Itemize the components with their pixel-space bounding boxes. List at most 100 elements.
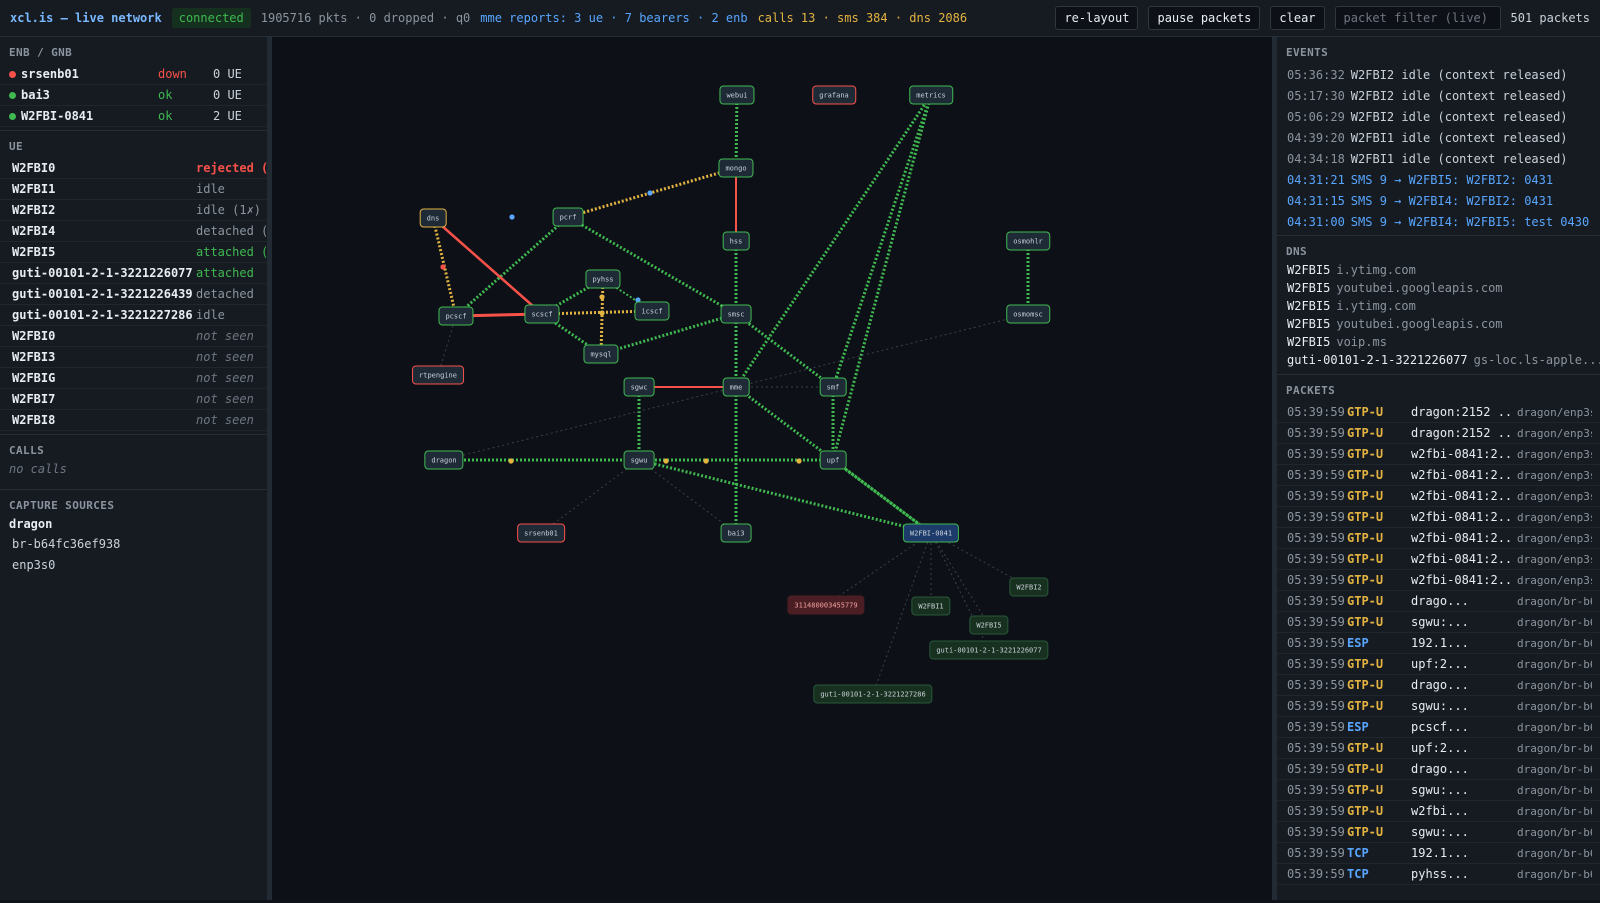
packet-row[interactable]: 05:39:59GTP-U w2fbi-0841:2...dragon/enp3s… [1277, 444, 1600, 465]
network-node-smsc[interactable]: smsc [720, 304, 752, 324]
network-node-bai3[interactable]: bai3 [720, 523, 752, 543]
packet-filter-input[interactable] [1334, 6, 1501, 30]
network-node-mysql[interactable]: mysql [583, 344, 619, 364]
network-node-smf[interactable]: smf [819, 377, 847, 397]
ue-row[interactable]: W2FBI4 detached (2 [0, 221, 267, 242]
dns-row[interactable]: W2FBI5 i.ytimg.com [1277, 299, 1600, 317]
network-node-W2FBI-0841[interactable]: W2FBI-0841 [902, 523, 960, 543]
packet-time: 05:39:59 [1287, 699, 1345, 713]
network-node-osmohlr[interactable]: osmohlr [1006, 231, 1050, 251]
packet-time: 05:39:59 [1287, 573, 1345, 587]
packet-protocol: GTP-U [1347, 699, 1384, 713]
pause-packets-button[interactable]: pause packets [1148, 6, 1261, 30]
connection-status: connected [171, 8, 251, 28]
network-node-scscf[interactable]: scscf [524, 304, 560, 324]
ue-row[interactable]: guti-00101-2-1-3221226439 detached [0, 284, 267, 305]
ue-row[interactable]: guti-00101-2-1-3221226077 attached [0, 263, 267, 284]
enb-row[interactable]: srsenb01 down 0 UE [0, 64, 267, 85]
packet-row[interactable]: 05:39:59GTP-U w2fbi-0841:2...dragon/enp3s… [1277, 465, 1600, 486]
packet-row[interactable]: 05:39:59GTP-U drago... dragon/br-b64fc36ef… [1277, 759, 1600, 780]
enb-row[interactable]: bai3 ok 0 UE [0, 85, 267, 106]
network-node-mongo[interactable]: mongo [718, 158, 754, 178]
ue-row[interactable]: W2FBI5 attached (1 [0, 242, 267, 263]
ue-row[interactable]: W2FBI7 not seen [0, 389, 267, 410]
ue-row[interactable]: W2FBIG not seen [0, 368, 267, 389]
packet-list[interactable]: 05:39:59GTP-Udragon:2152 ...dragon/enp3s… [1277, 402, 1600, 885]
network-node-pyhss[interactable]: pyhss [585, 269, 621, 289]
dns-row[interactable]: W2FBI5 i.ytimg.com [1277, 263, 1600, 281]
event-row[interactable]: 05:06:29 W2FBI2 idle (context released) [1277, 106, 1600, 127]
network-node-grafana[interactable]: grafana [812, 85, 856, 105]
clear-button[interactable]: clear [1270, 6, 1325, 30]
network-node-hss[interactable]: hss [722, 231, 750, 251]
packet-source: dragon/br-b64fc36ef938 [1517, 846, 1592, 860]
packet-row[interactable]: 05:39:59GTP-U dragon:2152 ...dragon/enp3s… [1277, 402, 1600, 423]
event-row[interactable]: 04:39:20 W2FBI1 idle (context released) [1277, 127, 1600, 148]
network-node-upf[interactable]: upf [819, 450, 847, 470]
network-node-mme[interactable]: mme [722, 377, 750, 397]
packet-row[interactable]: 05:39:59GTP-U upf:2... dragon/br-b64fc36ef… [1277, 738, 1600, 759]
network-node-W2FBI5[interactable]: W2FBI5 [969, 615, 1009, 635]
packet-row[interactable]: 05:39:59GTP-U w2fbi-0841:2...dragon/enp3s… [1277, 549, 1600, 570]
network-node-sgwc[interactable]: sgwc [623, 377, 655, 397]
network-node-osmomsc[interactable]: osmomsc [1006, 304, 1050, 324]
re-layout-button[interactable]: re-layout [1055, 6, 1139, 30]
packet-row[interactable]: 05:39:59GTP-U sgwu:... dragon/br-b64fc36ef… [1277, 780, 1600, 801]
packet-row[interactable]: 05:39:59ESP 192.1... dragon/br-b64fc36ef93… [1277, 633, 1600, 654]
packet-row[interactable]: 05:39:59GTP-U sgwu:... dragon/br-b64fc36ef… [1277, 822, 1600, 843]
dns-row[interactable]: W2FBI5 youtubei.googleapis.com [1277, 281, 1600, 299]
event-row[interactable]: 04:31:00 SMS 9 → W2FBI4: W2FBI5: test 043… [1277, 211, 1600, 232]
packet-row[interactable]: 05:39:59GTP-U w2fbi-0841:2...dragon/enp3s… [1277, 528, 1600, 549]
network-node-dragon[interactable]: dragon [424, 450, 464, 470]
packet-row[interactable]: 05:39:59GTP-U drago... dragon/br-b64fc36ef… [1277, 675, 1600, 696]
packet-row[interactable]: 05:39:59GTP-U sgwu:... dragon/br-b64fc36ef… [1277, 612, 1600, 633]
packet-row[interactable]: 05:39:59TCP 192.1... dragon/br-b64fc36ef93… [1277, 843, 1600, 864]
network-node-webui[interactable]: webui [719, 85, 755, 105]
ue-row[interactable]: W2FBI2 idle (1✗) [0, 200, 267, 221]
capture-interface-item[interactable]: br-b64fc36ef938 [0, 537, 267, 558]
network-node-icscf[interactable]: icscf [634, 301, 670, 321]
event-row[interactable]: 05:17:30 W2FBI2 idle (context released) [1277, 85, 1600, 106]
network-node-guti-00101-2-1-3221227286[interactable]: guti-00101-2-1-3221227286 [813, 684, 933, 704]
ue-row[interactable]: W2FBI1 idle [0, 179, 267, 200]
packet-row[interactable]: 05:39:59GTP-U drago... dragon/br-b64fc36ef… [1277, 591, 1600, 612]
network-graph-canvas[interactable]: webui grafana metrics mongo dns pcrf hss pyhss i… [272, 37, 1272, 900]
packet-row[interactable]: 05:39:59GTP-U w2fbi-0841:2...dragon/enp3s… [1277, 507, 1600, 528]
ue-row[interactable]: guti-00101-2-1-3221227286 idle [0, 305, 267, 326]
dns-row[interactable]: W2FBI5 voip.ms [1277, 335, 1600, 353]
event-row[interactable]: 04:31:21 SMS 9 → W2FBI5: W2FBI2: 0431 [1277, 169, 1600, 190]
network-node-sgwu[interactable]: sgwu [623, 450, 655, 470]
dns-row[interactable]: W2FBI5 youtubei.googleapis.com [1277, 317, 1600, 335]
network-node-guti-00101-2-1-3221226077[interactable]: guti-00101-2-1-3221226077 [929, 640, 1049, 660]
network-node-dns[interactable]: dns [419, 208, 447, 228]
packet-protocol: GTP-U [1347, 783, 1384, 797]
packet-row[interactable]: 05:39:59GTP-U w2fbi... dragon/br-b64fc36ef… [1277, 801, 1600, 822]
packet-row[interactable]: 05:39:59GTP-U upf:2... dragon/br-b64fc36ef… [1277, 654, 1600, 675]
capture-interface-item[interactable]: enp3s0 [0, 558, 267, 579]
event-row[interactable]: 04:31:15 SMS 9 → W2FBI4: W2FBI2: 0431 [1277, 190, 1600, 211]
ue-row[interactable]: W2FBI0 rejected (1 [0, 158, 267, 179]
packet-summary: w2fbi-0841:2... [1411, 531, 1514, 545]
network-node-pcscf[interactable]: pcscf [438, 306, 474, 326]
event-row[interactable]: 04:34:18 W2FBI1 idle (context released) [1277, 148, 1600, 169]
network-node-srsenb01[interactable]: srsenb01 [517, 523, 565, 543]
packet-row[interactable]: 05:39:59GTP-U w2fbi-0841:2...dragon/enp3s… [1277, 570, 1600, 591]
network-node-rtpengine[interactable]: rtpengine [412, 365, 464, 385]
dns-row[interactable]: guti-00101-2-1-3221226077 gs-loc.ls-apple… [1277, 353, 1600, 371]
network-node-pcrf[interactable]: pcrf [552, 207, 584, 227]
network-node-W2FBI2[interactable]: W2FBI2 [1009, 577, 1049, 597]
ue-row[interactable]: W2FBI0 not seen [0, 326, 267, 347]
network-node-311480003455779[interactable]: 311480003455779 [787, 595, 865, 615]
network-node-W2FBI1[interactable]: W2FBI1 [911, 596, 951, 616]
packet-row[interactable]: 05:39:59TCP pyhss... dragon/br-b64fc36ef93… [1277, 864, 1600, 885]
packet-row[interactable]: 05:39:59ESP pcscf... dragon/br-b64fc36ef93… [1277, 717, 1600, 738]
packet-row[interactable]: 05:39:59GTP-U w2fbi-0841:2...dragon/enp3s… [1277, 486, 1600, 507]
ue-row[interactable]: W2FBI3 not seen [0, 347, 267, 368]
enb-row[interactable]: W2FBI-0841 ok 2 UE [0, 106, 267, 127]
ue-row[interactable]: W2FBI8 not seen [0, 410, 267, 431]
packet-row[interactable]: 05:39:59GTP-U dragon:2152 ...dragon/enp3s… [1277, 423, 1600, 444]
network-node-metrics[interactable]: metrics [909, 85, 953, 105]
packet-time: 05:39:59 [1287, 489, 1345, 503]
event-row[interactable]: 05:36:32 W2FBI2 idle (context released) [1277, 64, 1600, 85]
packet-row[interactable]: 05:39:59GTP-U sgwu:... dragon/br-b64fc36ef… [1277, 696, 1600, 717]
